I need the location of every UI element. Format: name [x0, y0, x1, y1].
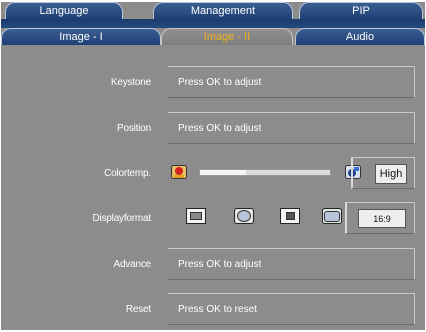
bottom-tab-row: Image - I Image - II Audio	[1, 28, 425, 45]
color-temp-slider[interactable]	[199, 169, 331, 176]
tab-image-ii[interactable]: Image - II	[161, 28, 293, 45]
color-temp-slider-fill	[200, 170, 246, 175]
format-circle-icon[interactable]	[234, 208, 254, 224]
tab-audio[interactable]: Audio	[295, 28, 425, 45]
display-format-label: Displayformat	[92, 213, 151, 224]
osd-menu: Language Management PIP Image - I Image …	[1, 2, 425, 330]
position-field[interactable]: Press OK to adjust	[168, 112, 415, 144]
advance-field[interactable]: Press OK to adjust	[168, 248, 415, 280]
format-wide-icon[interactable]	[322, 208, 342, 224]
reset-value: Press OK to reset	[178, 303, 257, 315]
reset-label: Reset	[125, 304, 151, 315]
position-value: Press OK to adjust	[178, 122, 262, 134]
warm-color-icon	[171, 165, 187, 179]
tab-pip[interactable]: PIP	[299, 2, 423, 19]
tab-language[interactable]: Language	[5, 2, 123, 19]
color-temp-value[interactable]: High	[375, 164, 407, 184]
tab-management[interactable]: Management	[153, 2, 293, 19]
advance-value: Press OK to adjust	[178, 258, 262, 270]
top-tab-row: Language Management PIP	[1, 2, 425, 19]
color-temp-label: Colortemp.	[104, 168, 151, 179]
keystone-value: Press OK to adjust	[178, 76, 262, 88]
position-label: Position	[117, 123, 151, 134]
display-format-value[interactable]: 16:9	[358, 209, 406, 228]
reset-field[interactable]: Press OK to reset	[168, 293, 415, 325]
keystone-field[interactable]: Press OK to adjust	[168, 66, 415, 98]
format-4-3-icon[interactable]	[186, 208, 206, 224]
keystone-label: Keystone	[110, 77, 151, 88]
advance-label: Advance	[113, 259, 151, 270]
format-small-icon[interactable]	[280, 208, 300, 224]
tab-separator	[1, 19, 425, 28]
tab-image-i[interactable]: Image - I	[1, 28, 161, 45]
